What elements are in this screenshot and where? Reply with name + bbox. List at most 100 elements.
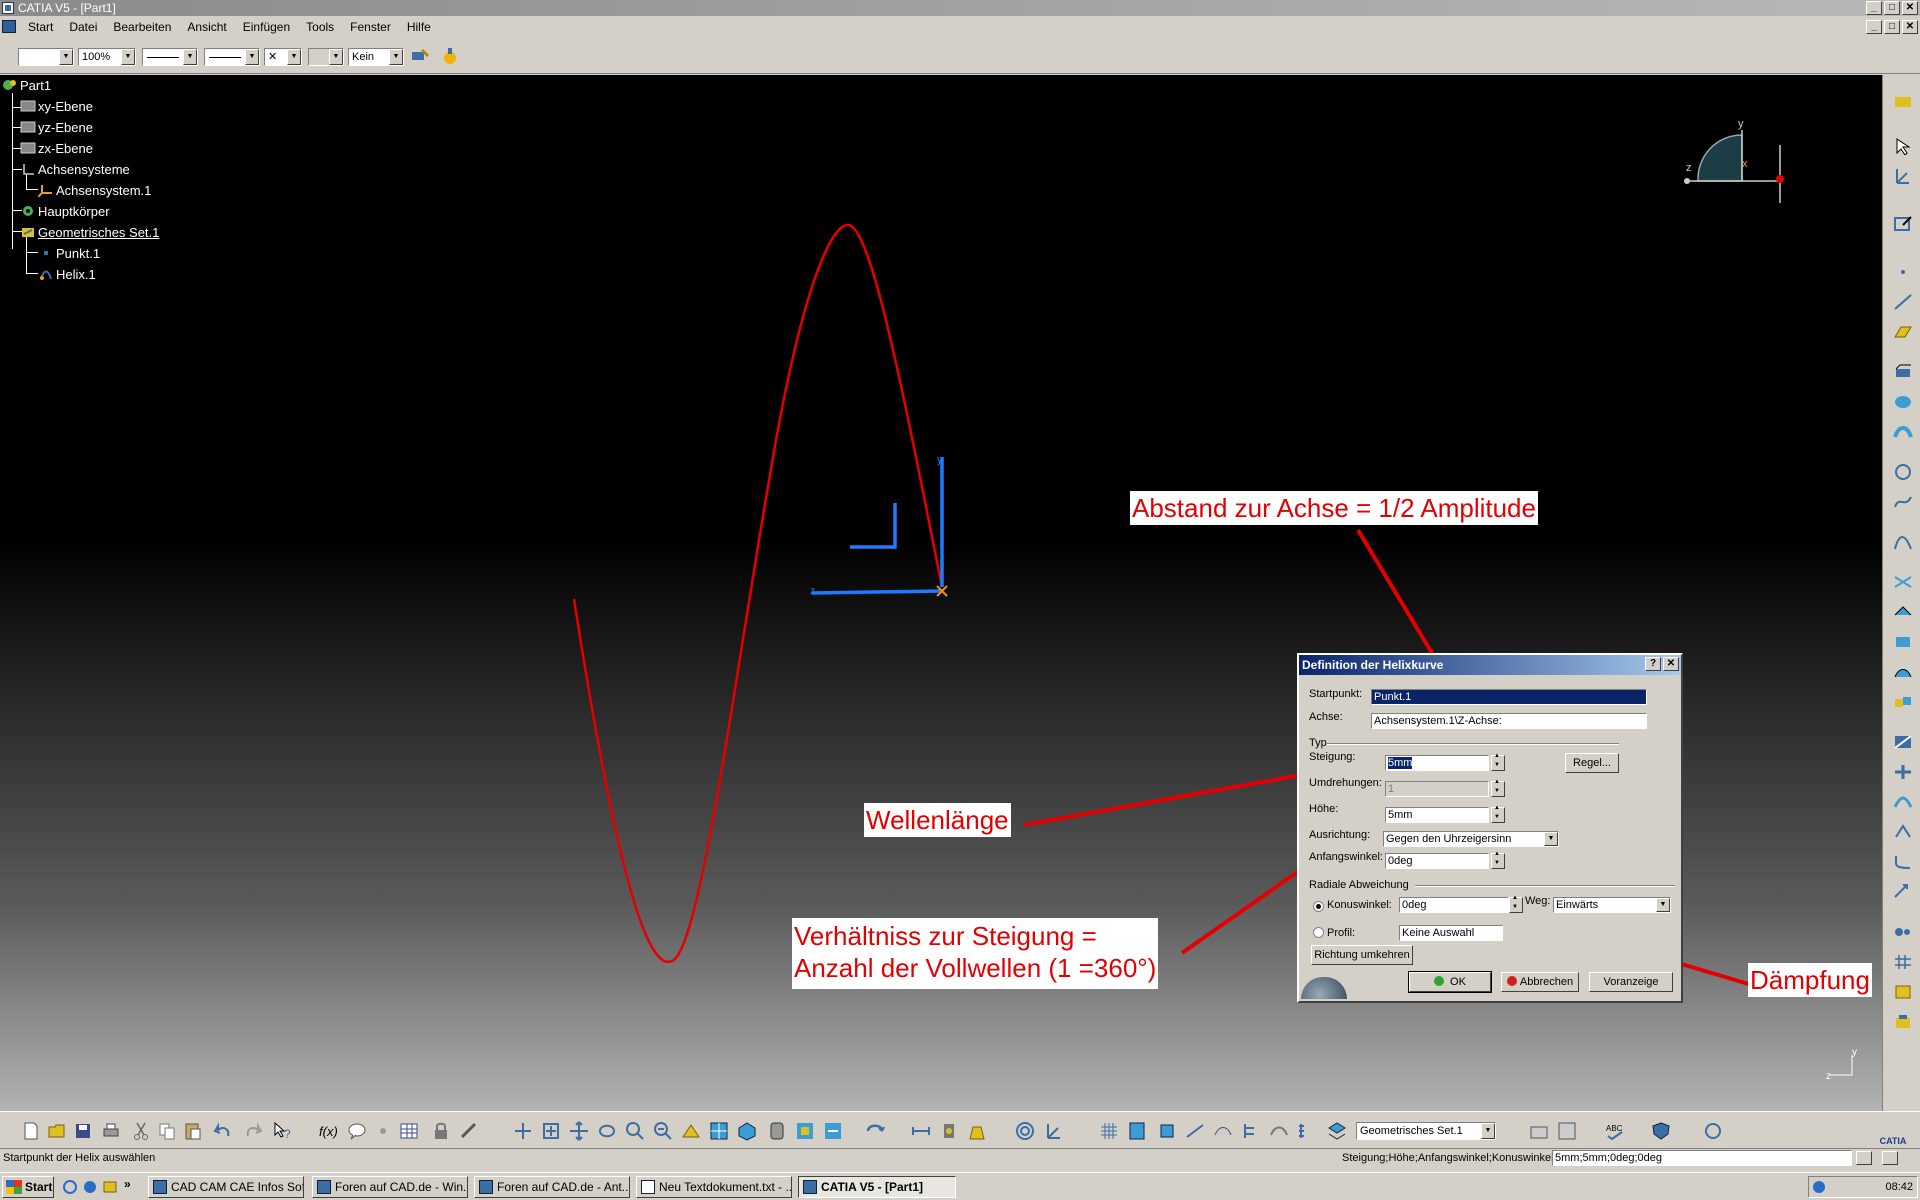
organize-icon[interactable] [1556,1120,1578,1142]
catalog-logo[interactable]: CATIA [1868,1114,1918,1152]
shield-icon[interactable] [1650,1120,1672,1142]
save-icon[interactable] [72,1120,94,1142]
menu-fenster[interactable]: Fenster [342,17,399,37]
dialog-close-button[interactable]: ✕ [1663,657,1679,671]
fillet-icon[interactable] [1893,853,1913,871]
konuswinkel-field[interactable]: 0deg [1399,897,1509,913]
select-arrow-icon[interactable] [1893,137,1913,155]
startpunkt-field[interactable]: Punkt.1 [1371,689,1647,705]
hoehe-spinner[interactable] [1491,805,1505,823]
clock[interactable]: 08:42 [1885,1181,1913,1193]
menu-hilfe[interactable]: Hilfe [399,17,439,37]
extract-icon[interactable] [1893,823,1913,841]
plane-tool-icon[interactable] [1893,323,1913,341]
ie-quicklaunch-icon[interactable] [62,1179,78,1195]
status-params-input[interactable]: 5mm;5mm;0deg;0deg [1552,1150,1852,1166]
anfangswinkel-field[interactable]: 0deg [1385,853,1489,869]
doc-close-button[interactable]: ✕ [1902,20,1918,34]
menu-datei[interactable]: Datei [61,17,105,37]
catia-app-icon[interactable] [2,2,14,14]
define-in-work-object-icon[interactable] [1326,1120,1348,1142]
point-symbol-combo[interactable]: ✕ ▼ [264,48,302,66]
offset-surface-icon[interactable] [1893,603,1913,621]
ausrichtung-dropdown[interactable]: Gegen den Uhrzeigersinn ▼ [1383,831,1559,847]
linetype-combo[interactable]: ▼ [204,48,260,66]
split-icon[interactable] [1893,733,1913,751]
ok-button[interactable]: OK [1408,971,1492,993]
iso-view-icon[interactable] [736,1120,758,1142]
blend-surface-icon[interactable] [1893,663,1913,681]
sketch-icon[interactable] [1893,215,1913,233]
tree-geometrical-set[interactable]: Geometrisches Set.1 [20,224,159,242]
chevron-down-icon[interactable]: ▼ [1481,1123,1495,1139]
voranzeige-button[interactable]: Voranzeige [1589,972,1673,992]
layer-combo[interactable]: Kein ▼ [348,48,404,66]
menu-tools[interactable]: Tools [298,17,342,37]
steigung-spinner[interactable] [1491,753,1505,771]
chevron-down-icon[interactable]: ▼ [1544,832,1558,846]
compass[interactable]: y z x [1684,118,1784,203]
zoom-out-icon[interactable] [652,1120,674,1142]
close-button[interactable]: ✕ [1902,1,1918,15]
chevron-down-icon[interactable]: ▼ [389,49,403,65]
reference-element-icon[interactable] [1528,1120,1550,1142]
doc-restore-button[interactable]: □ [1884,20,1900,34]
new-file-icon[interactable] [20,1120,42,1142]
chevron-down-icon[interactable]: ▼ [121,49,135,65]
fill-surface-icon[interactable] [1893,633,1913,651]
pan-icon[interactable] [568,1120,590,1142]
axis-z-line[interactable] [811,589,943,595]
taskbar-item-textdokument[interactable]: Neu Textdokument.txt - ... [636,1176,792,1198]
rotate-icon[interactable] [596,1120,618,1142]
spline-tool-icon[interactable] [1893,493,1913,511]
sweep-icon[interactable] [1893,423,1913,441]
axis-command-icon[interactable] [1042,1120,1064,1142]
desktop-quicklaunch-icon[interactable] [82,1179,98,1195]
tree-part1[interactable]: Part1 [2,77,51,95]
steigung-field[interactable]: 5mm [1385,755,1489,771]
paste-icon[interactable] [182,1120,204,1142]
weg-dropdown[interactable]: Einwärts ▼ [1553,897,1671,913]
tree-xy-plane[interactable]: xy-Ebene [20,98,93,116]
profil-field[interactable]: Keine Auswahl [1399,925,1503,941]
cut-icon[interactable] [130,1120,152,1142]
trim-icon[interactable] [1893,763,1913,781]
minimize-button[interactable]: _ [1866,1,1882,15]
achse-field[interactable]: Achsensystem.1\Z-Achse: [1371,713,1647,729]
quicklaunch-more[interactable]: » [124,1177,131,1191]
comment-icon[interactable] [346,1120,368,1142]
spell-check-icon[interactable]: ABC [1604,1120,1626,1142]
open-folder-icon[interactable] [46,1120,68,1142]
formula-icon[interactable]: f(x) [318,1120,340,1142]
konuswinkel-radio[interactable] [1313,901,1324,912]
doc-minimize-button[interactable]: _ [1866,20,1882,34]
hide-show-icon[interactable] [794,1120,816,1142]
revolve-icon[interactable] [1893,393,1913,411]
chevron-down-icon[interactable]: ▼ [1656,898,1670,912]
fit-all-icon[interactable] [540,1120,562,1142]
chevron-down-icon[interactable]: ▼ [183,49,197,65]
translate-icon[interactable] [1893,883,1913,901]
menu-ansicht[interactable]: Ansicht [179,17,234,37]
list-icon[interactable] [1296,1120,1318,1142]
konuswinkel-spinner[interactable] [1509,895,1523,913]
datum-icon[interactable] [910,1120,932,1142]
axis-system-tool-icon[interactable] [1893,167,1913,185]
tree-main-body[interactable]: Hauptkörper [20,203,110,221]
properties-brush-icon[interactable] [440,46,460,66]
taskbar-item-foren-ant[interactable]: Foren auf CAD.de - Ant... [474,1176,630,1198]
linewidth-combo[interactable]: ▼ [142,48,198,66]
menu-einfuegen[interactable]: Einfügen [235,17,298,37]
taskbar-item-cad-infos[interactable]: CAD CAM CAE Infos Soft... [148,1176,304,1198]
color-combo[interactable]: ▼ [18,48,74,66]
outlook-quicklaunch-icon[interactable] [102,1179,118,1195]
whats-this-icon[interactable]: ? [272,1120,294,1142]
redo-icon[interactable] [242,1120,264,1142]
chevron-down-icon[interactable]: ▼ [59,49,73,65]
chevron-down-icon[interactable]: ▼ [245,49,259,65]
anfangswinkel-spinner[interactable] [1491,851,1505,869]
abbrechen-button[interactable]: Abbrechen [1501,972,1579,992]
analysis-icon[interactable] [1268,1120,1290,1142]
helix-tool-icon[interactable] [1893,533,1913,551]
helix-command-icon[interactable] [1014,1120,1036,1142]
